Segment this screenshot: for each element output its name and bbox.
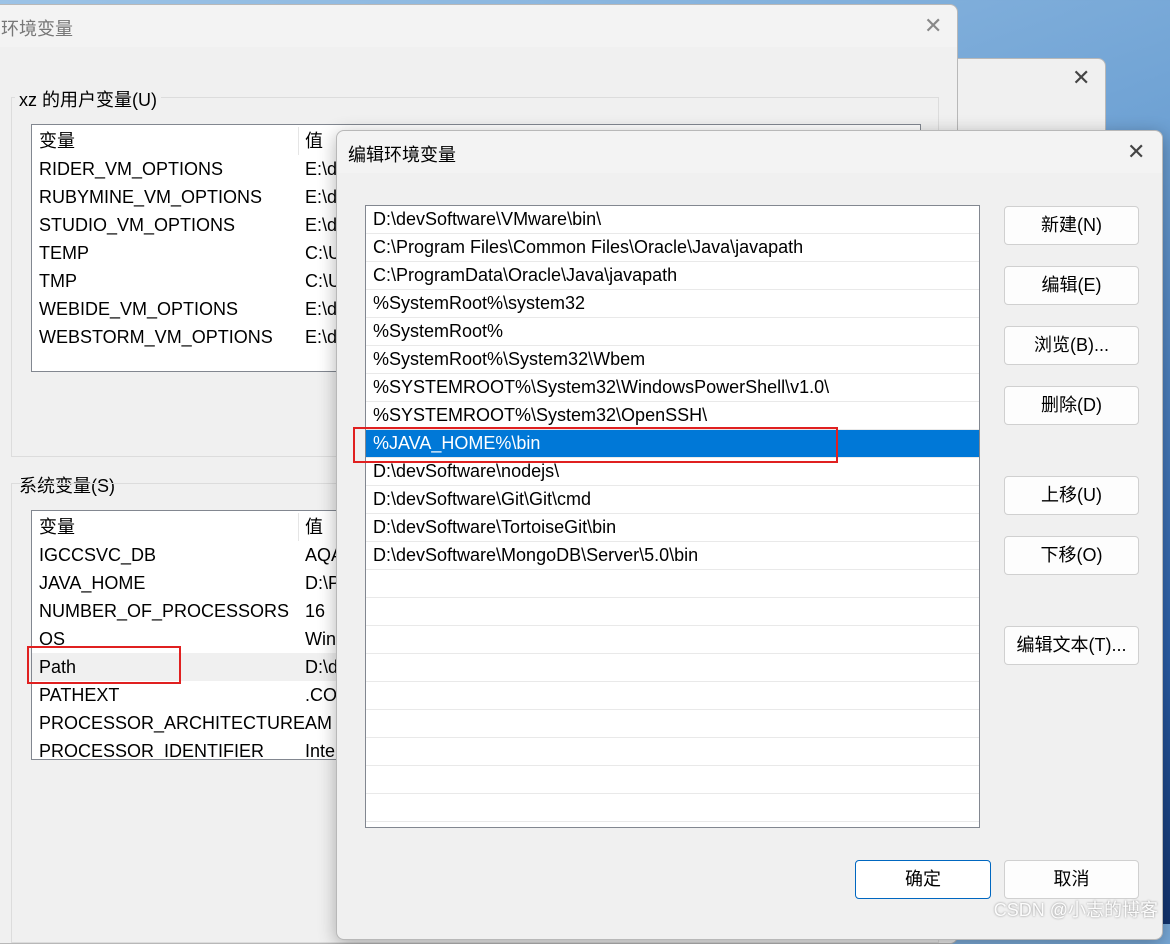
path-entry[interactable]: %SystemRoot%\System32\Wbem: [366, 346, 979, 374]
variable-value: E:\d: [305, 299, 338, 319]
path-entry[interactable]: D:\devSoftware\Git\Git\cmd: [366, 486, 979, 514]
path-entry[interactable]: C:\ProgramData\Oracle\Java\javapath: [366, 262, 979, 290]
watermark: CSDN @小志的博客: [993, 900, 1158, 920]
variable-name: STUDIO_VM_OPTIONS: [39, 215, 236, 235]
variable-value: E:\d: [305, 159, 338, 179]
variable-name: NUMBER_OF_PROCESSORS: [39, 601, 290, 621]
variable-name: TEMP: [39, 243, 90, 263]
variable-value: AM: [305, 713, 332, 733]
variable-name: RUBYMINE_VM_OPTIONS: [39, 187, 263, 207]
dialog-title: 编辑环境变量: [348, 145, 456, 165]
variable-value: E:\d: [305, 327, 338, 347]
close-icon[interactable]: ✕: [1072, 67, 1090, 89]
variable-name: TMP: [39, 271, 77, 291]
ok-button[interactable]: 确定: [855, 860, 991, 899]
path-entry[interactable]: C:\Program Files\Common Files\Oracle\Jav…: [366, 234, 979, 262]
highlight-box-java-home: [353, 427, 838, 463]
variable-value: .CO: [305, 685, 338, 705]
delete-button[interactable]: 删除(D): [1004, 386, 1139, 425]
path-entry[interactable]: [366, 682, 979, 710]
window-title: 环境变量: [1, 19, 73, 39]
column-header-value[interactable]: 值: [298, 127, 323, 155]
path-entry[interactable]: [366, 654, 979, 682]
path-entry[interactable]: %SystemRoot%\system32: [366, 290, 979, 318]
cancel-button[interactable]: 取消: [1004, 860, 1139, 899]
path-entry[interactable]: D:\devSoftware\TortoiseGit\bin: [366, 514, 979, 542]
variable-name: WEBSTORM_VM_OPTIONS: [39, 327, 273, 347]
variable-value: 16: [305, 601, 326, 621]
variable-value: Inte: [305, 741, 336, 760]
variable-value: Win: [305, 629, 336, 649]
path-entry[interactable]: [366, 626, 979, 654]
close-icon[interactable]: ✕: [924, 15, 942, 37]
variable-value: D:\d: [305, 657, 339, 677]
variable-name: WEBIDE_VM_OPTIONS: [39, 299, 239, 319]
path-entry[interactable]: [366, 710, 979, 738]
edit-environment-variable-dialog: 编辑环境变量 ✕ D:\devSoftware\VMware\bin\ C:\Pr…: [336, 130, 1163, 940]
path-entry[interactable]: %SYSTEMROOT%\System32\OpenSSH\: [366, 402, 979, 430]
column-header-variable[interactable]: 变量: [39, 127, 75, 155]
column-header-variable[interactable]: 变量: [39, 513, 75, 541]
variable-name: PATHEXT: [39, 685, 120, 705]
path-entry[interactable]: [366, 570, 979, 598]
variable-name: RIDER_VM_OPTIONS: [39, 159, 224, 179]
path-entry[interactable]: [366, 766, 979, 794]
title-bar: 环境变量: [0, 5, 957, 47]
move-down-button[interactable]: 下移(O): [1004, 536, 1139, 575]
variable-name: PROCESSOR_IDENTIFIER: [39, 741, 265, 760]
path-entry[interactable]: %SYSTEMROOT%\System32\WindowsPowerShell\…: [366, 374, 979, 402]
path-entry[interactable]: %SystemRoot%: [366, 318, 979, 346]
highlight-box-path: [27, 646, 181, 684]
variable-value: D:\P: [305, 573, 341, 593]
variable-value: E:\d: [305, 187, 338, 207]
path-entry[interactable]: [366, 794, 979, 822]
path-entry[interactable]: D:\devSoftware\MongoDB\Server\5.0\bin: [366, 542, 979, 570]
new-button[interactable]: 新建(N): [1004, 206, 1139, 245]
column-header-value[interactable]: 值: [298, 513, 323, 541]
path-entries-list[interactable]: D:\devSoftware\VMware\bin\ C:\Program Fil…: [365, 205, 980, 828]
variable-name: PROCESSOR_ARCHITECTURE: [39, 713, 306, 733]
path-entry[interactable]: D:\devSoftware\VMware\bin\: [366, 206, 979, 234]
browse-button[interactable]: 浏览(B)...: [1004, 326, 1139, 365]
user-variables-label: xz 的用户变量(U): [15, 86, 161, 112]
edit-button[interactable]: 编辑(E): [1004, 266, 1139, 305]
variable-value: E:\d: [305, 215, 338, 235]
variable-name: IGCCSVC_DB: [39, 545, 157, 565]
title-bar: 编辑环境变量: [337, 131, 1162, 173]
path-entry[interactable]: [366, 598, 979, 626]
path-entry[interactable]: [366, 738, 979, 766]
move-up-button[interactable]: 上移(U): [1004, 476, 1139, 515]
variable-name: JAVA_HOME: [39, 573, 146, 593]
edit-text-button[interactable]: 编辑文本(T)...: [1004, 626, 1139, 665]
close-icon[interactable]: ✕: [1127, 141, 1145, 163]
